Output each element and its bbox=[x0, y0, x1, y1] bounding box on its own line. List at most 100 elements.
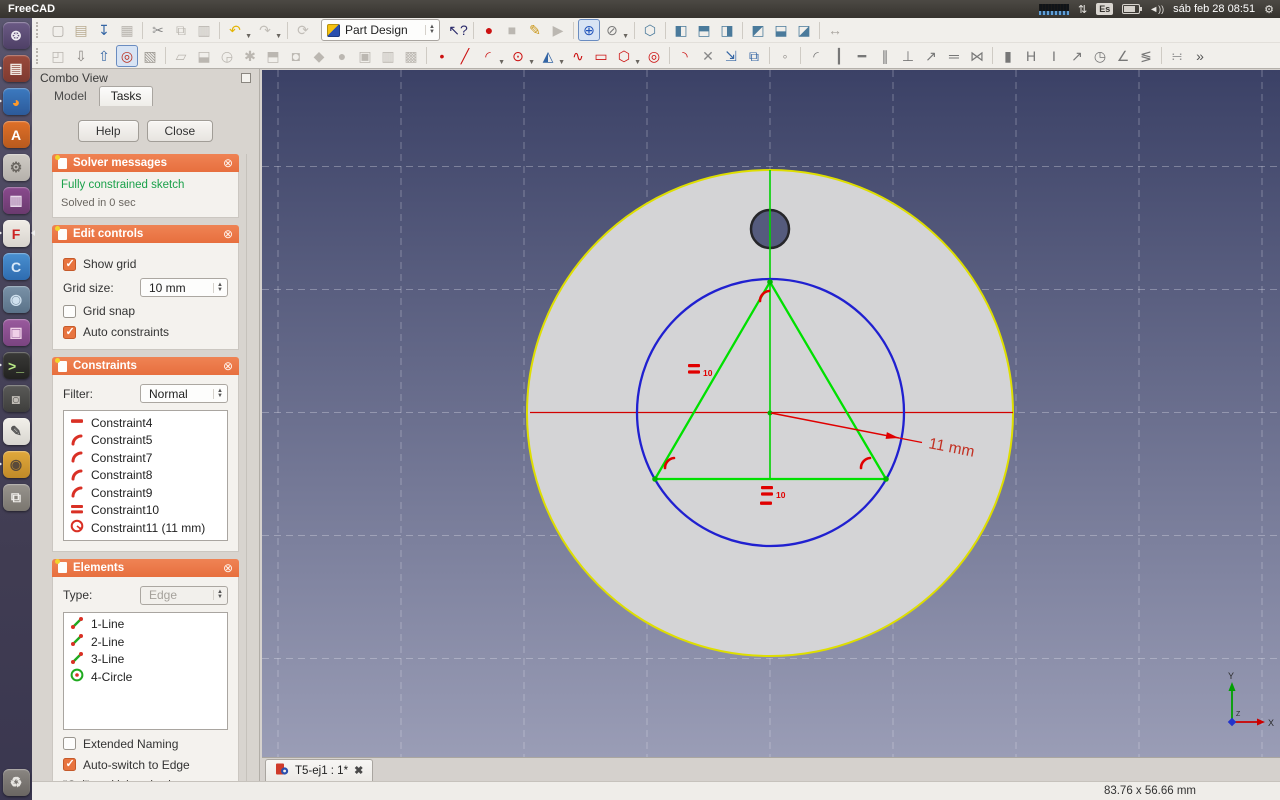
view-front-icon[interactable]: ◧ bbox=[670, 19, 692, 41]
firefox-icon[interactable]: ◕ bbox=[0, 88, 30, 115]
create-polyline-icon[interactable]: ∿ bbox=[567, 45, 589, 67]
fillet-feature-icon[interactable]: ● bbox=[331, 45, 353, 67]
view-sketch-icon[interactable]: ◎ bbox=[116, 44, 138, 67]
files-icon[interactable]: ▤ bbox=[0, 55, 30, 82]
draw-style-icon[interactable]: ⊘ ▼ bbox=[601, 19, 629, 41]
print-icon[interactable]: ▦ bbox=[116, 19, 138, 41]
view-left-icon[interactable]: ◪ bbox=[793, 19, 815, 41]
copy-icon[interactable]: ⧉ bbox=[170, 19, 192, 41]
constraint-list-item[interactable]: Constraint7 bbox=[64, 449, 227, 467]
freecad-icon[interactable]: F bbox=[0, 220, 35, 247]
constraint-list-item[interactable]: Constraint4 bbox=[64, 414, 227, 432]
toggle-constraint-icon[interactable]: ∺ bbox=[1166, 45, 1188, 67]
clock[interactable]: sáb feb 28 08:51 bbox=[1173, 3, 1255, 15]
paste-icon[interactable]: ▥ bbox=[193, 19, 215, 41]
toolbar-drag-handle[interactable] bbox=[36, 47, 43, 64]
constraint-list-item[interactable]: Constraint9 bbox=[64, 484, 227, 502]
chamfer-icon[interactable]: ◆ bbox=[308, 45, 330, 67]
arrows-updown-icon[interactable]: ⇅ bbox=[1078, 3, 1087, 16]
measure-icon[interactable]: ↔ bbox=[824, 19, 846, 41]
map-sketch-icon[interactable]: ▧ bbox=[139, 45, 161, 67]
element-list[interactable]: 1-Line 2-Line 3-Line 4-Circle bbox=[63, 611, 228, 730]
create-rectangle-icon[interactable]: ▭ bbox=[590, 45, 612, 67]
constraint-distance-icon[interactable]: ↗ bbox=[1066, 45, 1088, 67]
dropdown-caret-icon[interactable]: ▼ bbox=[528, 52, 535, 74]
element-list-item[interactable]: 3-Line bbox=[64, 651, 227, 669]
dropdown-caret-icon[interactable]: ▼ bbox=[634, 52, 641, 74]
session-gear-icon[interactable]: ⚙ bbox=[1264, 3, 1274, 16]
view-rear-icon[interactable]: ◩ bbox=[747, 19, 769, 41]
constraint-list-item[interactable]: Constraint8 bbox=[64, 467, 227, 485]
software-center-icon[interactable]: A bbox=[2, 121, 30, 148]
redo-icon[interactable]: ↷ ▼ bbox=[254, 19, 282, 41]
pad-icon[interactable]: ⬓ bbox=[193, 45, 215, 67]
undo-icon[interactable]: ↶ ▼ bbox=[224, 19, 252, 41]
help-button[interactable]: Help bbox=[77, 120, 139, 142]
tab-model[interactable]: Model bbox=[42, 86, 99, 106]
element-list-item[interactable]: 4-Circle bbox=[64, 668, 227, 686]
collapse-section-icon[interactable]: ⊗ bbox=[223, 359, 233, 373]
revolution-icon[interactable]: ◶ bbox=[216, 45, 238, 67]
purple-app-icon[interactable]: ▥ bbox=[2, 187, 30, 214]
dropdown-caret-icon[interactable]: ▼ bbox=[498, 52, 505, 74]
view-bottom-icon[interactable]: ⬓ bbox=[770, 19, 792, 41]
constraint-angle-icon[interactable]: ∠ bbox=[1112, 45, 1134, 67]
tab-tasks[interactable]: Tasks bbox=[98, 86, 154, 106]
create-slot-icon[interactable]: ◎ bbox=[643, 45, 665, 67]
view-axonometric-icon[interactable]: ⬡ bbox=[639, 19, 661, 41]
construction-mode-icon[interactable]: ◦ bbox=[774, 45, 796, 67]
view-top-icon[interactable]: ⬒ bbox=[693, 19, 715, 41]
constraint-list-item[interactable]: Constraint5 bbox=[64, 432, 227, 450]
groove-icon[interactable]: ✱ bbox=[239, 45, 261, 67]
system-settings-icon[interactable]: ⚙ bbox=[2, 154, 30, 181]
collapse-section-icon[interactable]: ⊗ bbox=[223, 561, 233, 575]
grid-size-input[interactable]: 10 mm ▲ ▼ bbox=[140, 278, 228, 297]
constraint-hdistance-icon[interactable]: H bbox=[1020, 45, 1042, 67]
document-tab[interactable]: T5-ej1 : 1* ✖ bbox=[265, 759, 374, 781]
cut-icon[interactable]: ✂ bbox=[147, 19, 169, 41]
macro-play-icon[interactable]: ▶ bbox=[547, 19, 569, 41]
close-button[interactable]: Close bbox=[146, 120, 214, 142]
elements-header[interactable]: Elements ⊗ bbox=[52, 558, 239, 577]
workbench-selector[interactable]: Part Design ▲ ▼ bbox=[321, 19, 440, 41]
create-arc-icon[interactable]: ◜ ▼ bbox=[477, 45, 505, 67]
datum-plane-icon[interactable]: ▱ bbox=[170, 45, 192, 67]
view-right-icon[interactable]: ◨ bbox=[716, 19, 738, 41]
extended-naming-checkbox[interactable] bbox=[63, 737, 76, 750]
constraint-vertical-icon[interactable]: ┃ bbox=[828, 45, 850, 67]
toolbar-overflow-icon[interactable]: » bbox=[1189, 45, 1211, 67]
sketcher-viewport[interactable]: 10 10 11 mm Y X Z bbox=[262, 70, 1280, 757]
create-line-icon[interactable]: ╱ bbox=[454, 45, 476, 67]
dropdown-caret-icon[interactable]: ▼ bbox=[558, 52, 565, 74]
constraints-header[interactable]: Constraints ⊗ bbox=[52, 357, 239, 375]
toolbar-drag-handle[interactable] bbox=[36, 22, 43, 38]
trim-icon[interactable]: ✕ bbox=[697, 45, 719, 67]
constraint-horizontal-icon[interactable]: ━ bbox=[851, 45, 873, 67]
carbon-copy-icon[interactable]: ⧉ bbox=[743, 45, 765, 67]
ubuntu-dash-icon[interactable]: ⊛ bbox=[2, 22, 30, 49]
dropdown-arrows-icon[interactable]: ▲ ▼ bbox=[425, 24, 435, 35]
create-circle-icon[interactable]: ⊙ ▼ bbox=[507, 45, 535, 67]
macro-record-icon[interactable]: ● bbox=[478, 19, 500, 41]
text-editor-icon[interactable]: ✎ bbox=[2, 418, 30, 445]
external-geometry-icon[interactable]: ⇲ bbox=[720, 45, 742, 67]
polar-pattern-icon[interactable]: ▩ bbox=[400, 45, 422, 67]
element-list-item[interactable]: 1-Line bbox=[64, 616, 227, 634]
keyboard-layout-badge[interactable]: Es bbox=[1096, 3, 1114, 15]
trash-icon[interactable]: ♻ bbox=[2, 769, 30, 796]
constraint-perpendicular-icon[interactable]: ⊥ bbox=[897, 45, 919, 67]
constraint-vdistance-icon[interactable]: I bbox=[1043, 45, 1065, 67]
refresh-icon[interactable]: ⟳ bbox=[292, 19, 314, 41]
volume-icon[interactable]: ◄)) bbox=[1149, 4, 1164, 14]
fillet-icon[interactable]: ◝ bbox=[674, 45, 696, 67]
constraint-symmetric-icon[interactable]: ⋈ bbox=[966, 45, 988, 67]
element-list-item[interactable]: 2-Line bbox=[64, 633, 227, 651]
export-icon[interactable]: ⇧ bbox=[93, 45, 115, 67]
linear-pattern-icon[interactable]: ▥ bbox=[377, 45, 399, 67]
hole-icon[interactable]: ◘ bbox=[285, 45, 307, 67]
network-monitor-icon[interactable] bbox=[1039, 3, 1070, 15]
constraint-filter-select[interactable]: Normal ▲ ▼ bbox=[140, 384, 228, 403]
chromium-c-icon[interactable]: C bbox=[2, 253, 30, 280]
constraint-equal-icon[interactable]: ═ bbox=[943, 45, 965, 67]
grid-snap-checkbox[interactable] bbox=[63, 304, 76, 318]
